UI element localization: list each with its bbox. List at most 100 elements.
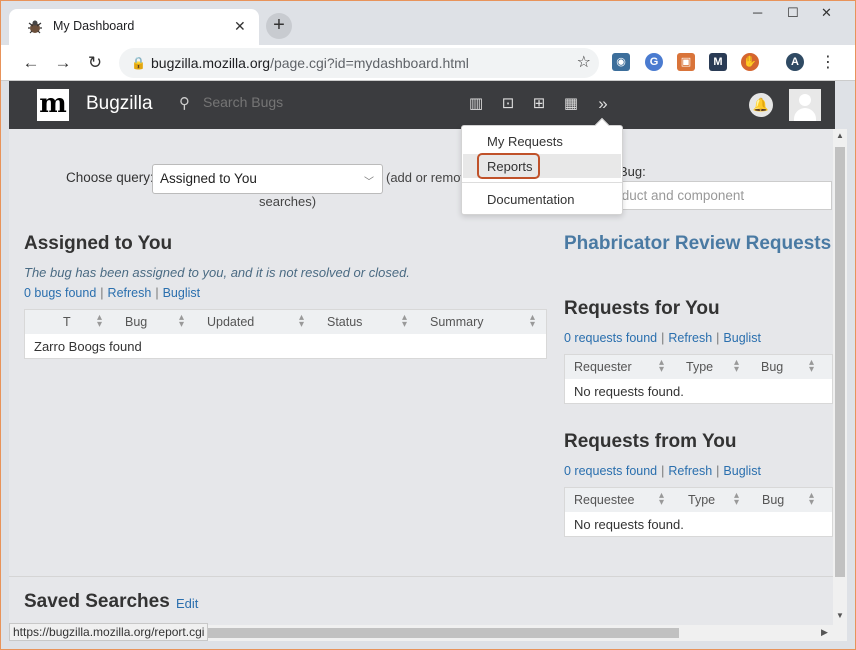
- refresh-link[interactable]: Refresh: [668, 464, 712, 478]
- bugzilla-brand[interactable]: Bugzilla: [86, 93, 153, 115]
- requests-for-links: 0 requests found | Refresh | Buglist: [564, 331, 761, 345]
- buglist-link[interactable]: Buglist: [723, 464, 761, 478]
- browse-icon[interactable]: ▥: [468, 96, 484, 112]
- profile-avatar[interactable]: A: [786, 53, 804, 71]
- requests-from-table: Requestee ▴ ▾ Type ▴ ▾ Bug ▴ ▾ No requests …: [564, 487, 833, 537]
- grammarly-icon[interactable]: G: [645, 53, 663, 71]
- refresh-link[interactable]: Refresh: [108, 286, 152, 300]
- more-menu-icon[interactable]: »: [595, 95, 611, 112]
- lock-icon: 🔒: [131, 56, 146, 70]
- menu-item-my-requests[interactable]: My Requests: [463, 129, 621, 153]
- url-text: bugzilla.mozilla.org/page.cgi?id=mydashb…: [151, 55, 469, 71]
- minimize-button[interactable]: ─: [753, 5, 762, 20]
- dashboard-icon[interactable]: ▦: [563, 96, 579, 112]
- col-summary[interactable]: Summary: [430, 315, 483, 329]
- table-row: No requests found.: [565, 512, 832, 536]
- sort-icon[interactable]: ▴ ▾: [809, 491, 814, 508]
- reload-icon[interactable]: ↻: [83, 51, 107, 75]
- advanced-search-icon[interactable]: ⊡: [500, 96, 516, 112]
- sort-icon[interactable]: ▴ ▾: [97, 313, 102, 330]
- table-row: No requests found.: [565, 379, 832, 403]
- query-select[interactable]: Assigned to You ﹀: [152, 164, 383, 194]
- mail-extension-icon[interactable]: M: [709, 53, 727, 71]
- tab-title: My Dashboard: [53, 19, 135, 33]
- browser-menu-icon[interactable]: ⋮: [816, 51, 840, 75]
- assigned-description: The bug has been assigned to you, and it…: [24, 265, 410, 280]
- bugs-count: 0 bugs found: [24, 286, 97, 300]
- sort-icon[interactable]: ▴ ▾: [734, 358, 739, 375]
- vertical-scrollbar[interactable]: ▲ ▼: [833, 129, 847, 625]
- user-avatar[interactable]: [789, 89, 821, 121]
- col-type[interactable]: Type: [686, 360, 713, 374]
- bugzilla-header: m Bugzilla ⚲ ▥ ⊡ ⊞ ▦ » 🔔: [9, 81, 835, 129]
- close-window-button[interactable]: ✕: [821, 5, 832, 21]
- sort-icon[interactable]: ▴ ▾: [530, 313, 535, 330]
- col-requestee[interactable]: Requestee: [574, 493, 634, 507]
- empty-message: No requests found.: [574, 517, 684, 532]
- section-divider: [9, 576, 833, 577]
- assigned-title: Assigned to You: [24, 233, 173, 254]
- address-bar[interactable]: 🔒 bugzilla.mozilla.org/page.cgi?id=mydas…: [119, 48, 599, 78]
- tab-my-dashboard[interactable]: My Dashboard ✕: [9, 9, 259, 45]
- sort-icon[interactable]: ▴ ▾: [179, 313, 184, 330]
- buglist-link[interactable]: Buglist: [163, 286, 201, 300]
- back-arrow-icon[interactable]: ←: [19, 51, 43, 75]
- notification-bell-icon[interactable]: 🔔: [749, 93, 773, 117]
- empty-message: No requests found.: [574, 384, 684, 399]
- sort-icon[interactable]: ▴ ▾: [659, 491, 664, 508]
- table-header: Requestee ▴ ▾ Type ▴ ▾ Bug ▴ ▾: [565, 488, 832, 512]
- col-bug[interactable]: Bug: [125, 315, 147, 329]
- phabricator-title[interactable]: Phabricator Review Requests: [564, 233, 831, 255]
- search-icon: ⚲: [179, 95, 190, 112]
- empty-message: Zarro Boogs found: [34, 339, 142, 354]
- col-type[interactable]: T: [63, 315, 71, 329]
- col-bug[interactable]: Bug: [761, 360, 783, 374]
- bugzilla-favicon-icon: [28, 20, 42, 34]
- scroll-thumb[interactable]: [189, 628, 679, 638]
- refresh-link[interactable]: Refresh: [668, 331, 712, 345]
- requests-for-title: Requests for You: [564, 298, 720, 319]
- scroll-right-icon[interactable]: ▶: [821, 627, 828, 638]
- saved-searches-edit-link[interactable]: Edit: [176, 596, 198, 611]
- buglist-link[interactable]: Buglist: [723, 331, 761, 345]
- col-status[interactable]: Status: [327, 315, 362, 329]
- hand-extension-icon[interactable]: ✋: [741, 53, 759, 71]
- bookmark-star-icon[interactable]: ☆: [577, 52, 591, 72]
- sort-icon[interactable]: ▴ ▾: [299, 313, 304, 330]
- scroll-down-icon[interactable]: ▼: [836, 611, 844, 620]
- choose-query-label: Choose query:: [66, 170, 154, 185]
- menu-item-documentation[interactable]: Documentation: [463, 187, 621, 211]
- add-remove-searches-link[interactable]: (add or remov: [386, 170, 467, 185]
- col-type[interactable]: Type: [688, 493, 715, 507]
- search-bugs-input[interactable]: [203, 94, 323, 110]
- sort-icon[interactable]: ▴ ▾: [659, 358, 664, 375]
- new-tab-button[interactable]: +: [266, 13, 292, 39]
- sort-icon[interactable]: ▴ ▾: [402, 313, 407, 330]
- requests-count: 0 requests found: [564, 464, 658, 478]
- status-bar-url: https://bugzilla.mozilla.org/report.cgi: [9, 623, 209, 641]
- requests-from-links: 0 requests found | Refresh | Buglist: [564, 464, 761, 478]
- mozilla-logo[interactable]: m: [37, 89, 69, 121]
- title-bar: My Dashboard ✕ + ─ ☐ ✕: [1, 1, 855, 45]
- menu-divider: [462, 182, 622, 183]
- forward-arrow-icon[interactable]: →: [51, 51, 75, 75]
- assigned-table: T ▴ ▾ Bug ▴ ▾ Updated ▴ ▾ Status ▴ ▾ Summary…: [24, 309, 547, 359]
- browser-toolbar: ← → ↻ 🔒 bugzilla.mozilla.org/page.cgi?id…: [1, 45, 855, 81]
- sort-icon[interactable]: ▴ ▾: [734, 491, 739, 508]
- col-bug[interactable]: Bug: [762, 493, 784, 507]
- scroll-corner: [833, 625, 847, 641]
- dashboard-content: Choose query: Assigned to You ﹀ (add or …: [9, 129, 833, 625]
- extension-3-icon[interactable]: ▣: [677, 53, 695, 71]
- maximize-button[interactable]: ☐: [787, 5, 799, 21]
- new-bug-icon[interactable]: ⊞: [531, 96, 547, 112]
- table-header: Requester ▴ ▾ Type ▴ ▾ Bug ▴ ▾: [565, 355, 832, 379]
- searches-text: searches): [259, 194, 317, 209]
- extension-1-icon[interactable]: ◉: [612, 53, 630, 71]
- tab-close-icon[interactable]: ✕: [234, 18, 246, 35]
- sort-icon[interactable]: ▴ ▾: [809, 358, 814, 375]
- scroll-thumb[interactable]: [835, 147, 845, 577]
- col-requester[interactable]: Requester: [574, 360, 632, 374]
- table-row: Zarro Boogs found: [25, 334, 546, 358]
- col-updated[interactable]: Updated: [207, 315, 254, 329]
- scroll-up-icon[interactable]: ▲: [836, 131, 844, 140]
